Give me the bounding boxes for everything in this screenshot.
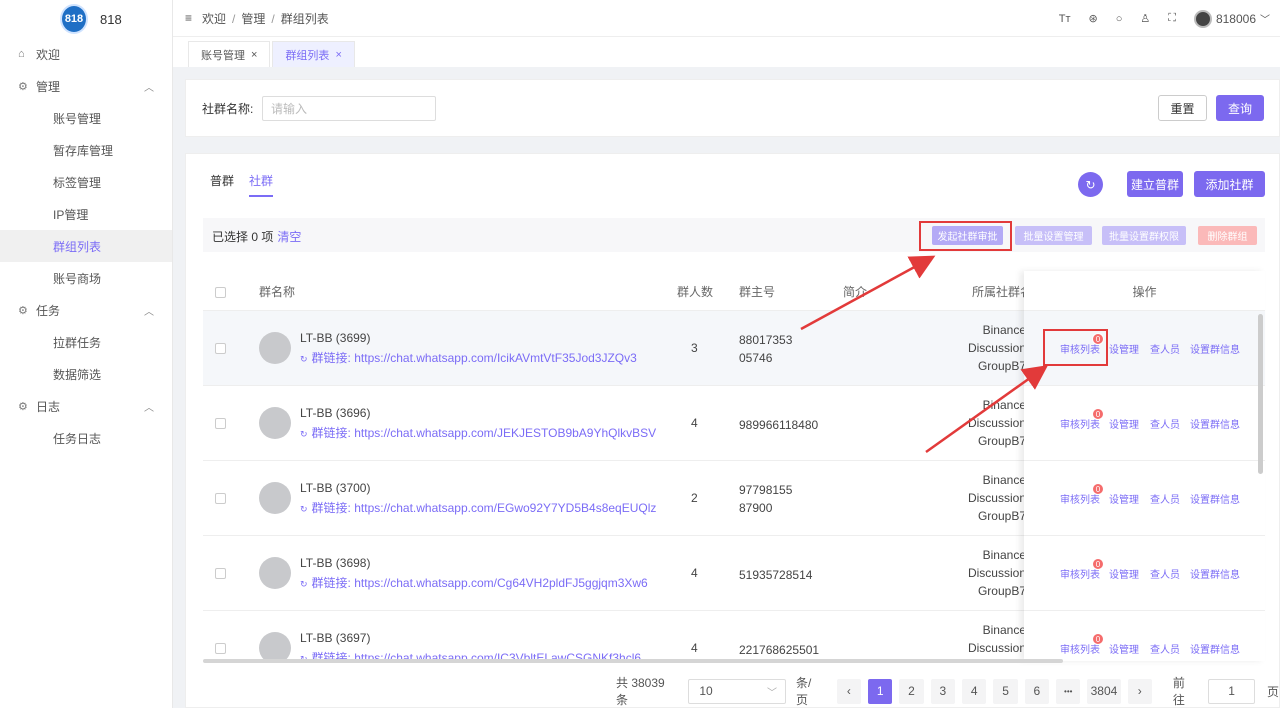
sidebar-item-staging[interactable]: 暂存库管理 xyxy=(0,134,172,166)
page-5[interactable]: 5 xyxy=(993,678,1018,704)
pagination: 共 38039 条 10 ﹀ 条/页 ‹ 1 2 3 4 5 6 ••• 3804… xyxy=(616,676,1280,707)
per-page-label: 条/页 xyxy=(796,676,812,707)
sidebar-item-labels[interactable]: 标签管理 xyxy=(0,166,172,198)
app-title: 818 xyxy=(100,11,122,27)
chevron-down-icon: ﹀ xyxy=(767,687,778,699)
total-count: 共 38039 条 xyxy=(616,676,665,707)
tag-accounts[interactable]: 账号管理 × xyxy=(188,41,271,67)
close-icon[interactable]: × xyxy=(251,49,257,61)
tag-label: 账号管理 xyxy=(201,49,245,62)
sidebar-item-market[interactable]: 账号商场 xyxy=(0,262,172,294)
close-icon[interactable]: × xyxy=(335,49,341,61)
chevron-left-icon: ‹ xyxy=(846,684,851,698)
page-4[interactable]: 4 xyxy=(962,678,987,704)
prev-page-button[interactable]: ‹ xyxy=(836,678,861,704)
sidebar-item-ip[interactable]: IP管理 xyxy=(0,198,172,230)
sidebar-item-label: 管理 xyxy=(36,79,61,94)
annotation-arrows xyxy=(800,255,1049,454)
search-panel: 社群名称: 重置 查询 xyxy=(185,79,1280,137)
breadcrumb-item[interactable]: 管理 xyxy=(241,12,265,26)
sidebar-item-welcome[interactable]: ⌂ 欢迎 xyxy=(0,38,172,70)
tag-label: 群组列表 xyxy=(285,49,330,62)
sidebar-item-task-log[interactable]: 任务日志 xyxy=(0,422,172,454)
font-size-icon[interactable]: Tт xyxy=(1059,13,1071,25)
sidebar-item-manage[interactable]: ⚙ 管理 ︿ xyxy=(0,70,172,102)
fullscreen-icon[interactable]: ⛶ xyxy=(1168,12,1176,25)
sidebar: 818 818 ⌂ 欢迎 ⚙ 管理 ︿ 账号管理 暂存库管理 标签管理 IP管理 群组… xyxy=(0,0,173,708)
chevron-down-icon: ﹀ xyxy=(1260,15,1270,26)
sidebar-item-accounts[interactable]: 账号管理 xyxy=(0,102,172,134)
chevron-up-icon: ︿ xyxy=(144,82,154,94)
more-pages[interactable]: ••• xyxy=(1056,678,1081,704)
logo[interactable]: 818 818 xyxy=(0,0,172,38)
menu-toggle-icon[interactable]: ≡ xyxy=(185,11,192,25)
topbar-icons: Tт ⊛ ○ ♙ ⛶ 818006 ﹀ xyxy=(1059,0,1270,37)
page-size-select[interactable]: 10 ﹀ xyxy=(688,678,787,704)
github-icon[interactable]: ⊛ xyxy=(1089,12,1098,25)
next-page-button[interactable]: › xyxy=(1127,678,1152,704)
chevron-up-icon: ︿ xyxy=(144,306,154,318)
reset-button[interactable]: 重置 xyxy=(1158,95,1207,121)
page-1[interactable]: 1 xyxy=(868,678,893,704)
page-2[interactable]: 2 xyxy=(899,678,924,704)
breadcrumb: 欢迎 / 管理 / 群组列表 xyxy=(202,11,329,26)
user-menu[interactable]: 818006 ﹀ xyxy=(1193,9,1270,28)
chevron-right-icon: › xyxy=(1137,684,1142,698)
goto-label: 前往 xyxy=(1172,676,1185,707)
page-3[interactable]: 3 xyxy=(930,678,956,704)
sidebar-item-label: 日志 xyxy=(36,399,61,414)
search-input[interactable] xyxy=(262,96,436,121)
sidebar-item-groups[interactable]: 群组列表 xyxy=(0,230,172,262)
gear-icon: ⚙ xyxy=(18,400,28,413)
goto-page-input[interactable]: 1 xyxy=(1208,678,1256,704)
search-icon[interactable]: ○ xyxy=(1116,13,1123,25)
topbar: ≡ 欢迎 / 管理 / 群组列表 Tт ⊛ ○ ♙ ⛶ 818006 ﹀ xyxy=(173,0,1280,37)
home-icon: ⌂ xyxy=(18,48,25,60)
page-size-value: 10 xyxy=(699,684,713,698)
logo-badge: 818 xyxy=(60,4,88,34)
breadcrumb-item: 群组列表 xyxy=(280,11,329,26)
sidebar-item-logs[interactable]: ⚙ 日志 ︿ xyxy=(0,390,172,422)
query-button[interactable]: 查询 xyxy=(1216,95,1264,121)
main-panel: 普群 社群 ↻ 建立普群 添加社群 已选择 0 项清空 发起社群审批 批量设置管… xyxy=(185,153,1280,708)
sidebar-item-filter[interactable]: 数据筛选 xyxy=(0,358,172,390)
chevron-up-icon: ︿ xyxy=(144,402,154,414)
page-last[interactable]: 3804 xyxy=(1087,678,1121,704)
sidebar-item-tasks[interactable]: ⚙ 任务 ︿ xyxy=(0,294,172,326)
page-6[interactable]: 6 xyxy=(1024,678,1050,704)
username: 818006 xyxy=(1215,11,1256,26)
gear-icon: ⚙ xyxy=(18,80,28,93)
sidebar-item-pull-task[interactable]: 拉群任务 xyxy=(0,326,172,358)
breadcrumb-item[interactable]: 欢迎 xyxy=(202,12,226,26)
page-unit-label: 页 xyxy=(1267,684,1280,699)
sidebar-item-label: 欢迎 xyxy=(36,47,61,62)
sidebar-item-label: 任务 xyxy=(36,303,61,318)
arrow xyxy=(800,255,936,331)
search-label: 社群名称: xyxy=(202,102,254,116)
arrow xyxy=(925,365,1049,454)
tag-groups[interactable]: 群组列表 × xyxy=(272,41,355,67)
avatar xyxy=(1193,9,1212,28)
gear-icon: ⚙ xyxy=(18,304,28,317)
tags-view: 账号管理 × 群组列表 × xyxy=(173,37,1280,67)
theme-icon[interactable]: ♙ xyxy=(1140,12,1150,25)
